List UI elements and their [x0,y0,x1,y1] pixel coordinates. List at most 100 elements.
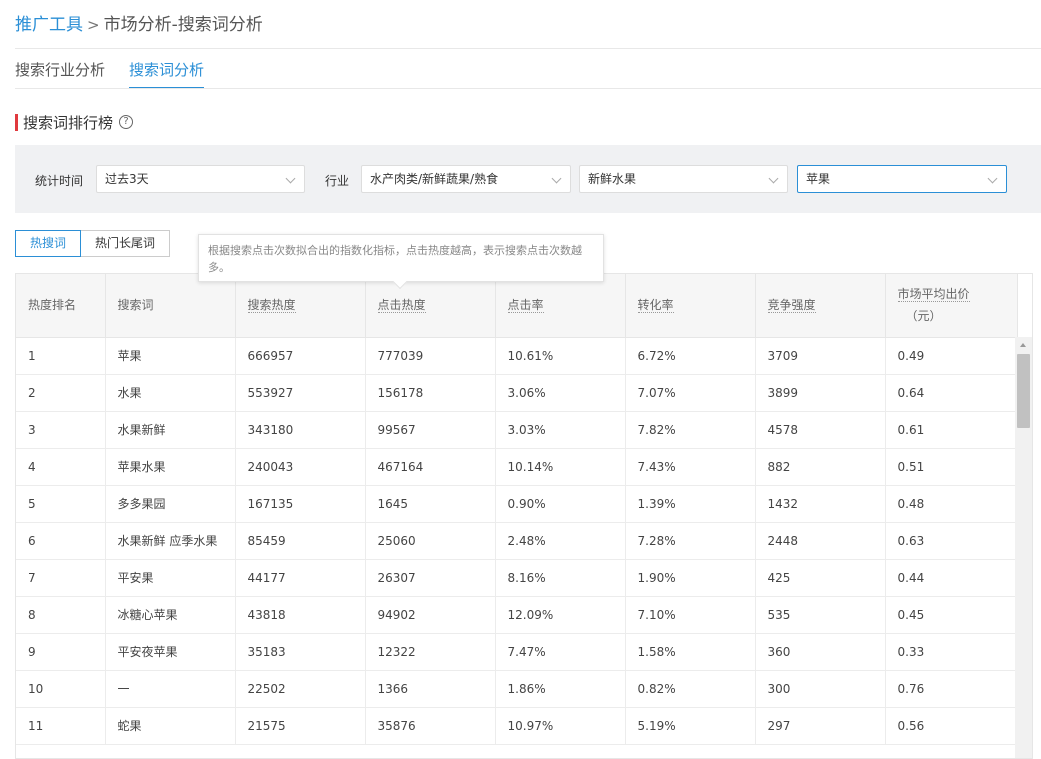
tab-search-term-analysis[interactable]: 搜索词分析 [129,58,205,89]
table-row[interactable]: 5 多多果园 167135 1645 0.90% 1.39% 1432 0.48 [16,485,1018,523]
cell-conversion: 1.39% [625,485,756,523]
cell-competition: 297 [755,707,886,745]
cell-avg-bid: 0.56 [885,707,1018,745]
table-row[interactable]: 11 蛇果 21575 35876 10.97% 5.19% 297 0.56 [16,707,1018,745]
col-header-avg-bid-label: 市场平均出价 [897,287,970,303]
industry-level1-select[interactable]: 水产肉类/新鲜蔬果/熟食 [361,165,571,193]
time-label: 统计时间 [35,174,84,188]
tab-hot-search-terms[interactable]: 热搜词 [15,230,82,257]
cell-click-heat: 12322 [365,633,496,671]
table-scrollbar[interactable] [1015,337,1032,758]
cell-ctr: 2.48% [495,522,626,560]
cell-term: 蛇果 [105,707,236,745]
time-select[interactable]: 过去3天 [96,165,305,193]
industry-label: 行业 [325,174,350,188]
cell-term: 多多果园 [105,485,236,523]
cell-rank: 5 [16,485,106,523]
cell-conversion: 1.58% [625,633,756,671]
cell-competition: 1432 [755,485,886,523]
col-header-search-heat[interactable]: 搜索热度 [235,274,366,338]
cell-rank: 9 [16,633,106,671]
table-row[interactable]: 3 水果新鲜 343180 99567 3.03% 7.82% 4578 0.61 [16,411,1018,449]
cell-rank: 11 [16,707,106,745]
cell-conversion: 7.43% [625,448,756,486]
col-header-competition[interactable]: 竞争强度 [755,274,886,338]
cell-term: 苹果水果 [105,448,236,486]
table-row[interactable]: 7 平安果 44177 26307 8.16% 1.90% 425 0.44 [16,559,1018,597]
breadcrumb-root-link[interactable]: 推广工具 [15,15,83,35]
cell-avg-bid: 0.64 [885,374,1018,412]
table-row[interactable]: 4 苹果水果 240043 467164 10.14% 7.43% 882 0.51 [16,448,1018,486]
cell-conversion: 5.19% [625,707,756,745]
cell-conversion: 6.72% [625,337,756,375]
col-header-competition-label: 竞争强度 [767,298,816,314]
cell-ctr: 12.09% [495,596,626,634]
cell-click-heat: 35876 [365,707,496,745]
cell-ctr: 8.16% [495,559,626,597]
table-row[interactable]: 8 冰糖心苹果 43818 94902 12.09% 7.10% 535 0.45 [16,596,1018,634]
chevron-down-icon [551,173,562,184]
table-row[interactable]: 9 平安夜苹果 35183 12322 7.47% 1.58% 360 0.33 [16,633,1018,671]
cell-conversion: 7.28% [625,522,756,560]
cell-avg-bid: 0.44 [885,559,1018,597]
cell-avg-bid: 0.63 [885,522,1018,560]
tab-long-tail-terms[interactable]: 热门长尾词 [81,230,171,257]
cell-search-heat: 44177 [235,559,366,597]
keyword-type-tabs: 热搜词 热门长尾词 [15,230,171,257]
divider [15,48,1041,49]
cell-rank: 3 [16,411,106,449]
cell-click-heat: 777039 [365,337,496,375]
col-header-conversion[interactable]: 转化率 [625,274,756,338]
cell-search-heat: 43818 [235,596,366,634]
cell-rank: 8 [16,596,106,634]
ranking-table: 热度排名 搜索词 搜索热度 点击热度 点击率 转化率 竞争强度 市场平均出价 （元… [16,274,1018,745]
scroll-thumb[interactable] [1017,354,1030,428]
cell-conversion: 1.90% [625,559,756,597]
industry-level3-value: 苹果 [806,172,831,186]
industry-level3-select[interactable]: 苹果 [797,165,1007,193]
cell-click-heat: 156178 [365,374,496,412]
cell-ctr: 10.14% [495,448,626,486]
col-header-avg-bid[interactable]: 市场平均出价 （元） [885,274,1018,338]
section-title: 搜索词排行榜 [23,113,114,132]
industry-level2-value: 新鲜水果 [588,172,637,186]
cell-term: 平安果 [105,559,236,597]
tab-search-industry-analysis[interactable]: 搜索行业分析 [15,58,105,89]
divider [15,88,1041,89]
table-row[interactable]: 6 水果新鲜 应季水果 85459 25060 2.48% 7.28% 2448 0.63 [16,522,1018,560]
cell-avg-bid: 0.49 [885,337,1018,375]
help-icon[interactable]: ? [119,115,134,129]
table-row[interactable]: 2 水果 553927 156178 3.06% 7.07% 3899 0.64 [16,374,1018,412]
cell-term: 苹果 [105,337,236,375]
cell-avg-bid: 0.45 [885,596,1018,634]
table-row[interactable]: 10 一 22502 1366 1.86% 0.82% 300 0.76 [16,670,1018,708]
cell-rank: 7 [16,559,106,597]
cell-avg-bid: 0.61 [885,411,1018,449]
cell-term: 平安夜苹果 [105,633,236,671]
col-header-term[interactable]: 搜索词 [105,274,236,338]
cell-avg-bid: 0.33 [885,633,1018,671]
cell-rank: 2 [16,374,106,412]
cell-rank: 4 [16,448,106,486]
cell-term: 水果新鲜 应季水果 [105,522,236,560]
col-header-ctr-label: 点击率 [507,298,544,314]
industry-level2-select[interactable]: 新鲜水果 [579,165,788,193]
cell-search-heat: 240043 [235,448,366,486]
table-row[interactable]: 1 苹果 666957 777039 10.61% 6.72% 3709 0.49 [16,337,1018,375]
cell-competition: 535 [755,596,886,634]
cell-click-heat: 1366 [365,670,496,708]
scroll-up-arrow-icon[interactable] [1020,343,1026,347]
col-header-rank[interactable]: 热度排名 [16,274,106,338]
cell-click-heat: 99567 [365,411,496,449]
cell-competition: 4578 [755,411,886,449]
breadcrumb: 推广工具 > 市场分析-搜索词分析 [15,10,263,35]
col-header-ctr[interactable]: 点击率 [495,274,626,338]
filter-bar: 统计时间 过去3天 行业 水产肉类/新鲜蔬果/熟食 新鲜水果 苹果 [15,145,1041,213]
col-header-click-heat[interactable]: 点击热度 [365,274,496,338]
cell-click-heat: 1645 [365,485,496,523]
cell-conversion: 7.10% [625,596,756,634]
cell-conversion: 7.82% [625,411,756,449]
cell-click-heat: 25060 [365,522,496,560]
cell-click-heat: 467164 [365,448,496,486]
main-tabs: 搜索行业分析 搜索词分析 [15,58,228,89]
